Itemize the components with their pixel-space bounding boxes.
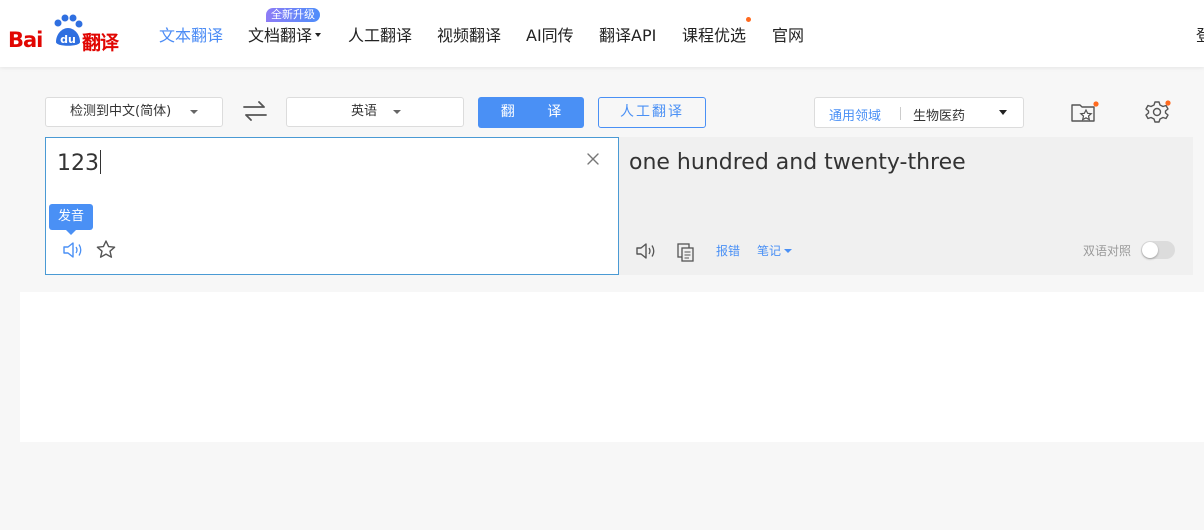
notes-dropdown[interactable]: 笔记 [757, 242, 793, 259]
chevron-down-icon [190, 110, 198, 114]
bilingual-label: 双语对照 [1083, 244, 1132, 258]
source-text-value: 123 [57, 151, 99, 176]
notes-label: 笔记 [757, 244, 782, 258]
domain-selected-label: 生物医药 [913, 109, 966, 124]
domain-select[interactable]: 通用领域 生物医药 [814, 97, 1024, 128]
nav-human-translate[interactable]: 人工翻译 [348, 22, 412, 46]
target-text-panel: one hundred and twenty-three 报错 笔记 双语对照 [619, 137, 1193, 275]
upgrade-badge: 全新升级 [266, 8, 320, 22]
source-text-panel[interactable]: 123 发音 [45, 137, 619, 275]
chevron-down-icon [315, 33, 322, 37]
top-header: Bai du 翻译 文本翻译 文档翻译 人工翻译 视频翻译 AI同传 翻译API… [0, 0, 1204, 67]
nav-official-site[interactable]: 官网 [772, 22, 804, 46]
toggle-knob [1142, 242, 1158, 258]
text-cursor [100, 150, 101, 174]
source-language-label: 检测到中文(简体) [70, 104, 172, 119]
pronounce-tooltip: 发音 [49, 204, 93, 235]
chevron-down-icon [999, 110, 1007, 115]
star-icon[interactable] [95, 239, 117, 261]
login-link[interactable]: 登 [1196, 22, 1204, 46]
target-language-select[interactable]: 英语 [286, 97, 464, 127]
domain-divider [900, 107, 901, 120]
logo-text-bai: Bai [8, 28, 43, 52]
content-area [20, 292, 1204, 442]
baidu-translate-logo[interactable]: Bai du 翻译 [8, 12, 120, 54]
target-language-label: 英语 [351, 104, 378, 119]
speaker-icon[interactable] [634, 240, 658, 262]
source-language-select[interactable]: 检测到中文(简体) [45, 97, 223, 127]
translation-result: one hundred and twenty-three [629, 150, 966, 175]
human-translate-button[interactable]: 人工翻译 [598, 97, 706, 128]
nav-text-translate[interactable]: 文本翻译 [159, 22, 223, 46]
notification-dot [746, 17, 751, 22]
logo-text-fanyi: 翻译 [82, 32, 119, 54]
swap-languages-icon[interactable] [242, 100, 268, 122]
bilingual-toggle[interactable] [1141, 241, 1175, 259]
logo-text-du: du [60, 33, 76, 46]
copy-icon[interactable] [675, 241, 697, 263]
source-text-input[interactable]: 123 [57, 150, 101, 176]
chevron-down-icon [784, 248, 793, 253]
chevron-down-icon [393, 110, 401, 114]
settings-gear-icon[interactable] [1144, 99, 1172, 125]
nav-courses[interactable]: 课程优选 [682, 22, 746, 46]
nav-translate-api[interactable]: 翻译API [599, 22, 656, 46]
close-icon[interactable] [586, 152, 600, 166]
favorites-folder-icon[interactable] [1070, 100, 1100, 124]
nav-doc-translate[interactable]: 文档翻译 [248, 22, 322, 46]
paw-icon: du [54, 14, 83, 46]
nav-doc-translate-label: 文档翻译 [248, 26, 313, 45]
report-error-link[interactable]: 报错 [716, 242, 740, 259]
translate-button[interactable]: 翻 译 [478, 97, 584, 128]
nav-video-translate[interactable]: 视频翻译 [437, 22, 501, 46]
nav-ai-interpret[interactable]: AI同传 [526, 22, 574, 46]
domain-general-option[interactable]: 通用领域 [829, 105, 881, 124]
speaker-icon[interactable] [61, 239, 85, 261]
